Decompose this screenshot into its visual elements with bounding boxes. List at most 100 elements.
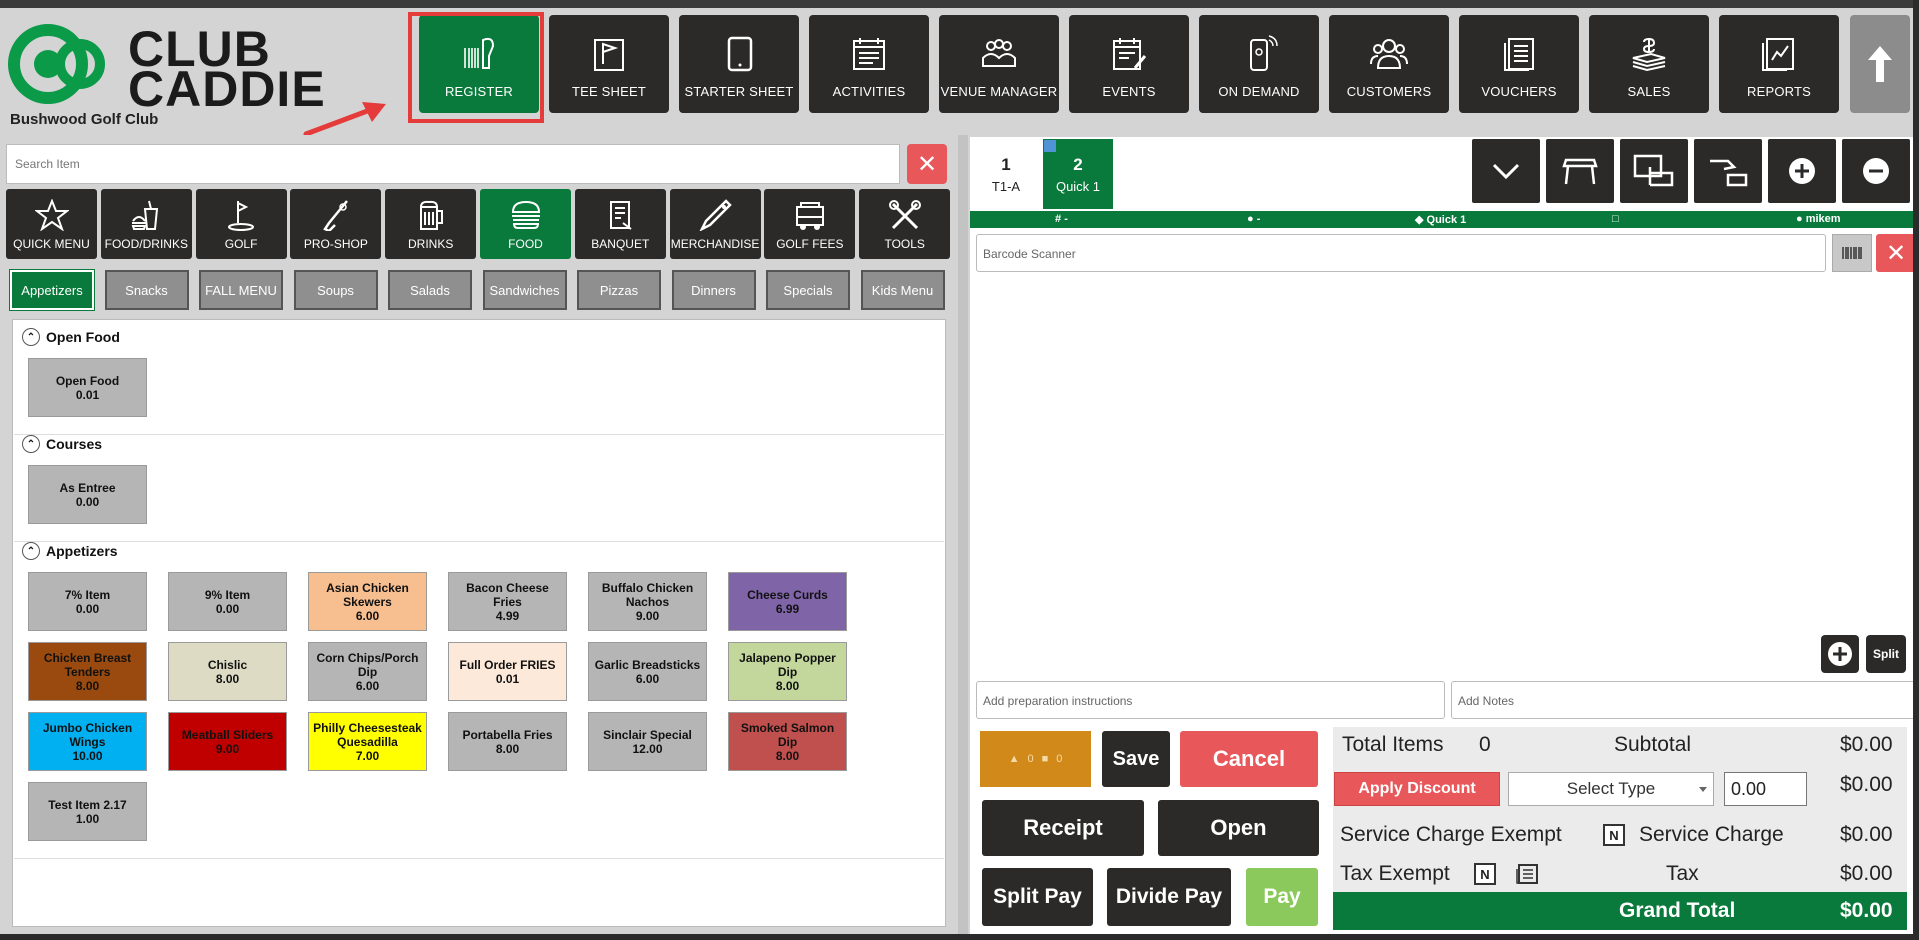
subcategory-sandwiches-button[interactable]: Sandwiches [482,270,567,310]
item-price: 8.00 [775,748,800,763]
cancel-button[interactable]: Cancel [1180,731,1318,787]
menu-item-tile[interactable]: Jalapeno Popper Dip 8.00 [728,642,847,701]
open-button[interactable]: Open [1158,800,1319,856]
receipt-button[interactable]: Receipt [982,800,1144,856]
nav-on-demand-button[interactable]: ON DEMAND [1199,15,1319,113]
nav-venue-manager-button[interactable]: VENUE MANAGER [939,15,1059,113]
menu-item-tile[interactable]: Garlic Breadsticks 6.00 [588,642,707,701]
pay-button[interactable]: Pay [1246,868,1318,926]
apply-discount-button[interactable]: Apply Discount [1334,772,1500,806]
barcode-clear-button[interactable]: ✕ [1876,234,1916,272]
nav-events-button[interactable]: EVENTS [1069,15,1189,113]
subcategory-appetizers-button[interactable]: Appetizers [9,269,95,311]
transfer-button[interactable] [1620,139,1688,203]
nav-customers-button[interactable]: CUSTOMERS [1329,15,1449,113]
category-tools-button[interactable]: TOOLS [859,189,951,259]
remove-ticket-button[interactable] [1842,139,1910,203]
category-icon-wrap [224,199,258,231]
category-golf-fees-button[interactable]: GOLF FEES [764,189,856,259]
category-label: DRINKS [408,237,454,251]
item-name: Cheese Curds [747,587,828,602]
subcategory-pizzas-button[interactable]: Pizzas [577,270,661,310]
category-merchandise-button[interactable]: MERCHANDISE [669,189,761,259]
section-header[interactable]: ⌃ Courses [22,435,102,453]
nav-reports-button[interactable]: REPORTS [1719,15,1839,113]
collapse-icon[interactable]: ⌃ [22,435,40,453]
menu-item-tile[interactable]: Chislic 8.00 [168,642,287,701]
tax-details-icon[interactable] [1515,863,1539,885]
nav-starter-sheet-button[interactable]: STARTER SHEET [679,15,799,113]
service-charge-exempt-label: Service Charge Exempt [1340,823,1562,846]
category-drinks-button[interactable]: DRINKS [385,189,477,259]
divide-pay-button[interactable]: Divide Pay [1107,868,1231,926]
menu-item-tile[interactable]: Portabella Fries 8.00 [448,712,567,771]
menu-item-tile[interactable]: As Entree 0.00 [28,465,147,524]
search-clear-button[interactable]: ✕ [907,144,947,184]
subcategory-fall-menu-button[interactable]: FALL MENU [199,270,283,310]
menu-item-tile[interactable]: Corn Chips/Porch Dip 6.00 [308,642,427,701]
discount-amount-input[interactable]: 0.00 [1724,772,1807,806]
category-golf-button[interactable]: GOLF [195,189,287,259]
subcategory-dinners-button[interactable]: Dinners [671,270,756,310]
menu-item-tile[interactable]: Jumbo Chicken Wings 10.00 [28,712,147,771]
category-quick-menu-button[interactable]: QUICK MENU [6,189,97,259]
panel-divider[interactable] [958,135,968,940]
scroll-up-button[interactable] [1850,15,1910,113]
tax-exempt-toggle[interactable]: N [1474,863,1496,885]
item-name: Full Order FRIES [459,657,556,672]
tracker-count-a: 0 [1027,753,1034,765]
menu-item-tile[interactable]: Cheese Curds 6.99 [728,572,847,631]
subcategory-snacks-button[interactable]: Snacks [104,270,189,310]
category-food-drinks-button[interactable]: FOOD/DRINKS [100,189,192,259]
collapse-icon[interactable]: ⌃ [22,542,40,560]
collapse-button[interactable] [1472,139,1540,203]
section-header[interactable]: ⌃ Open Food [22,328,120,346]
nav-activities-button[interactable]: ACTIVITIES [809,15,929,113]
menu-item-tile[interactable]: Buffalo Chicken Nachos 9.00 [588,572,707,631]
tracker-count-b: 0 [1056,753,1063,765]
search-input[interactable]: Search Item [6,144,900,184]
menu-item-tile[interactable]: Philly Cheesesteak Quesadilla 7.00 [308,712,427,771]
category-banquet-button[interactable]: BANQUET [574,189,666,259]
save-button[interactable]: Save [1102,731,1170,787]
menu-item-tile[interactable]: Sinclair Special 12.00 [588,712,707,771]
nav-vouchers-button[interactable]: VOUCHERS [1459,15,1579,113]
subcategory-kids-menu-button[interactable]: Kids Menu [860,270,945,310]
course-tracker-button[interactable]: ▲ 0 ■ 0 [980,731,1091,787]
menu-item-tile[interactable]: Asian Chicken Skewers 6.00 [308,572,427,631]
section-header[interactable]: ⌃ Appetizers [22,542,118,560]
category-pro-shop-button[interactable]: PRO-SHOP [290,189,382,259]
menu-item-tile[interactable]: Smoked Salmon Dip 8.00 [728,712,847,771]
collapse-icon[interactable]: ⌃ [22,328,40,346]
item-price: 0.00 [75,601,100,616]
subcategory-salads-button[interactable]: Salads [388,270,472,310]
payment-hand-button[interactable] [1694,139,1762,203]
menu-item-tile[interactable]: Full Order FRIES 0.01 [448,642,567,701]
add-ticket-button[interactable] [1768,139,1836,203]
split-pay-button[interactable]: Split Pay [982,868,1093,926]
menu-item-tile[interactable]: Open Food 0.01 [28,358,147,417]
table-button[interactable] [1546,139,1614,203]
nav-tee-sheet-button[interactable]: TEE SHEET [549,15,669,113]
notes-input[interactable]: Add Notes [1451,681,1915,719]
ticket-tab-1[interactable]: 1 T1-A [971,139,1041,209]
add-line-button[interactable] [1821,635,1859,673]
barcode-scan-button[interactable] [1832,234,1872,272]
menu-item-tile[interactable]: Bacon Cheese Fries 4.99 [448,572,567,631]
menu-item-tile[interactable]: Test Item 2.17 1.00 [28,782,147,841]
item-price: 0.00 [75,494,100,509]
discount-type-select[interactable]: Select Type [1508,772,1714,806]
menu-item-tile[interactable]: Meatball Sliders 9.00 [168,712,287,771]
service-charge-exempt-toggle[interactable]: N [1603,824,1625,846]
subcategory-specials-button[interactable]: Specials [766,270,850,310]
split-button[interactable]: Split [1866,635,1906,673]
nav-sales-button[interactable]: SALES [1589,15,1709,113]
menu-item-tile[interactable]: Chicken Breast Tenders 8.00 [28,642,147,701]
barcode-input[interactable]: Barcode Scanner [976,234,1826,272]
category-food-button[interactable]: FOOD [480,189,571,259]
item-price: 8.00 [75,678,100,693]
menu-item-tile[interactable]: 9% Item 0.00 [168,572,287,631]
prep-instructions-input[interactable]: Add preparation instructions [976,681,1445,719]
menu-item-tile[interactable]: 7% Item 0.00 [28,572,147,631]
subcategory-soups-button[interactable]: Soups [293,270,378,310]
